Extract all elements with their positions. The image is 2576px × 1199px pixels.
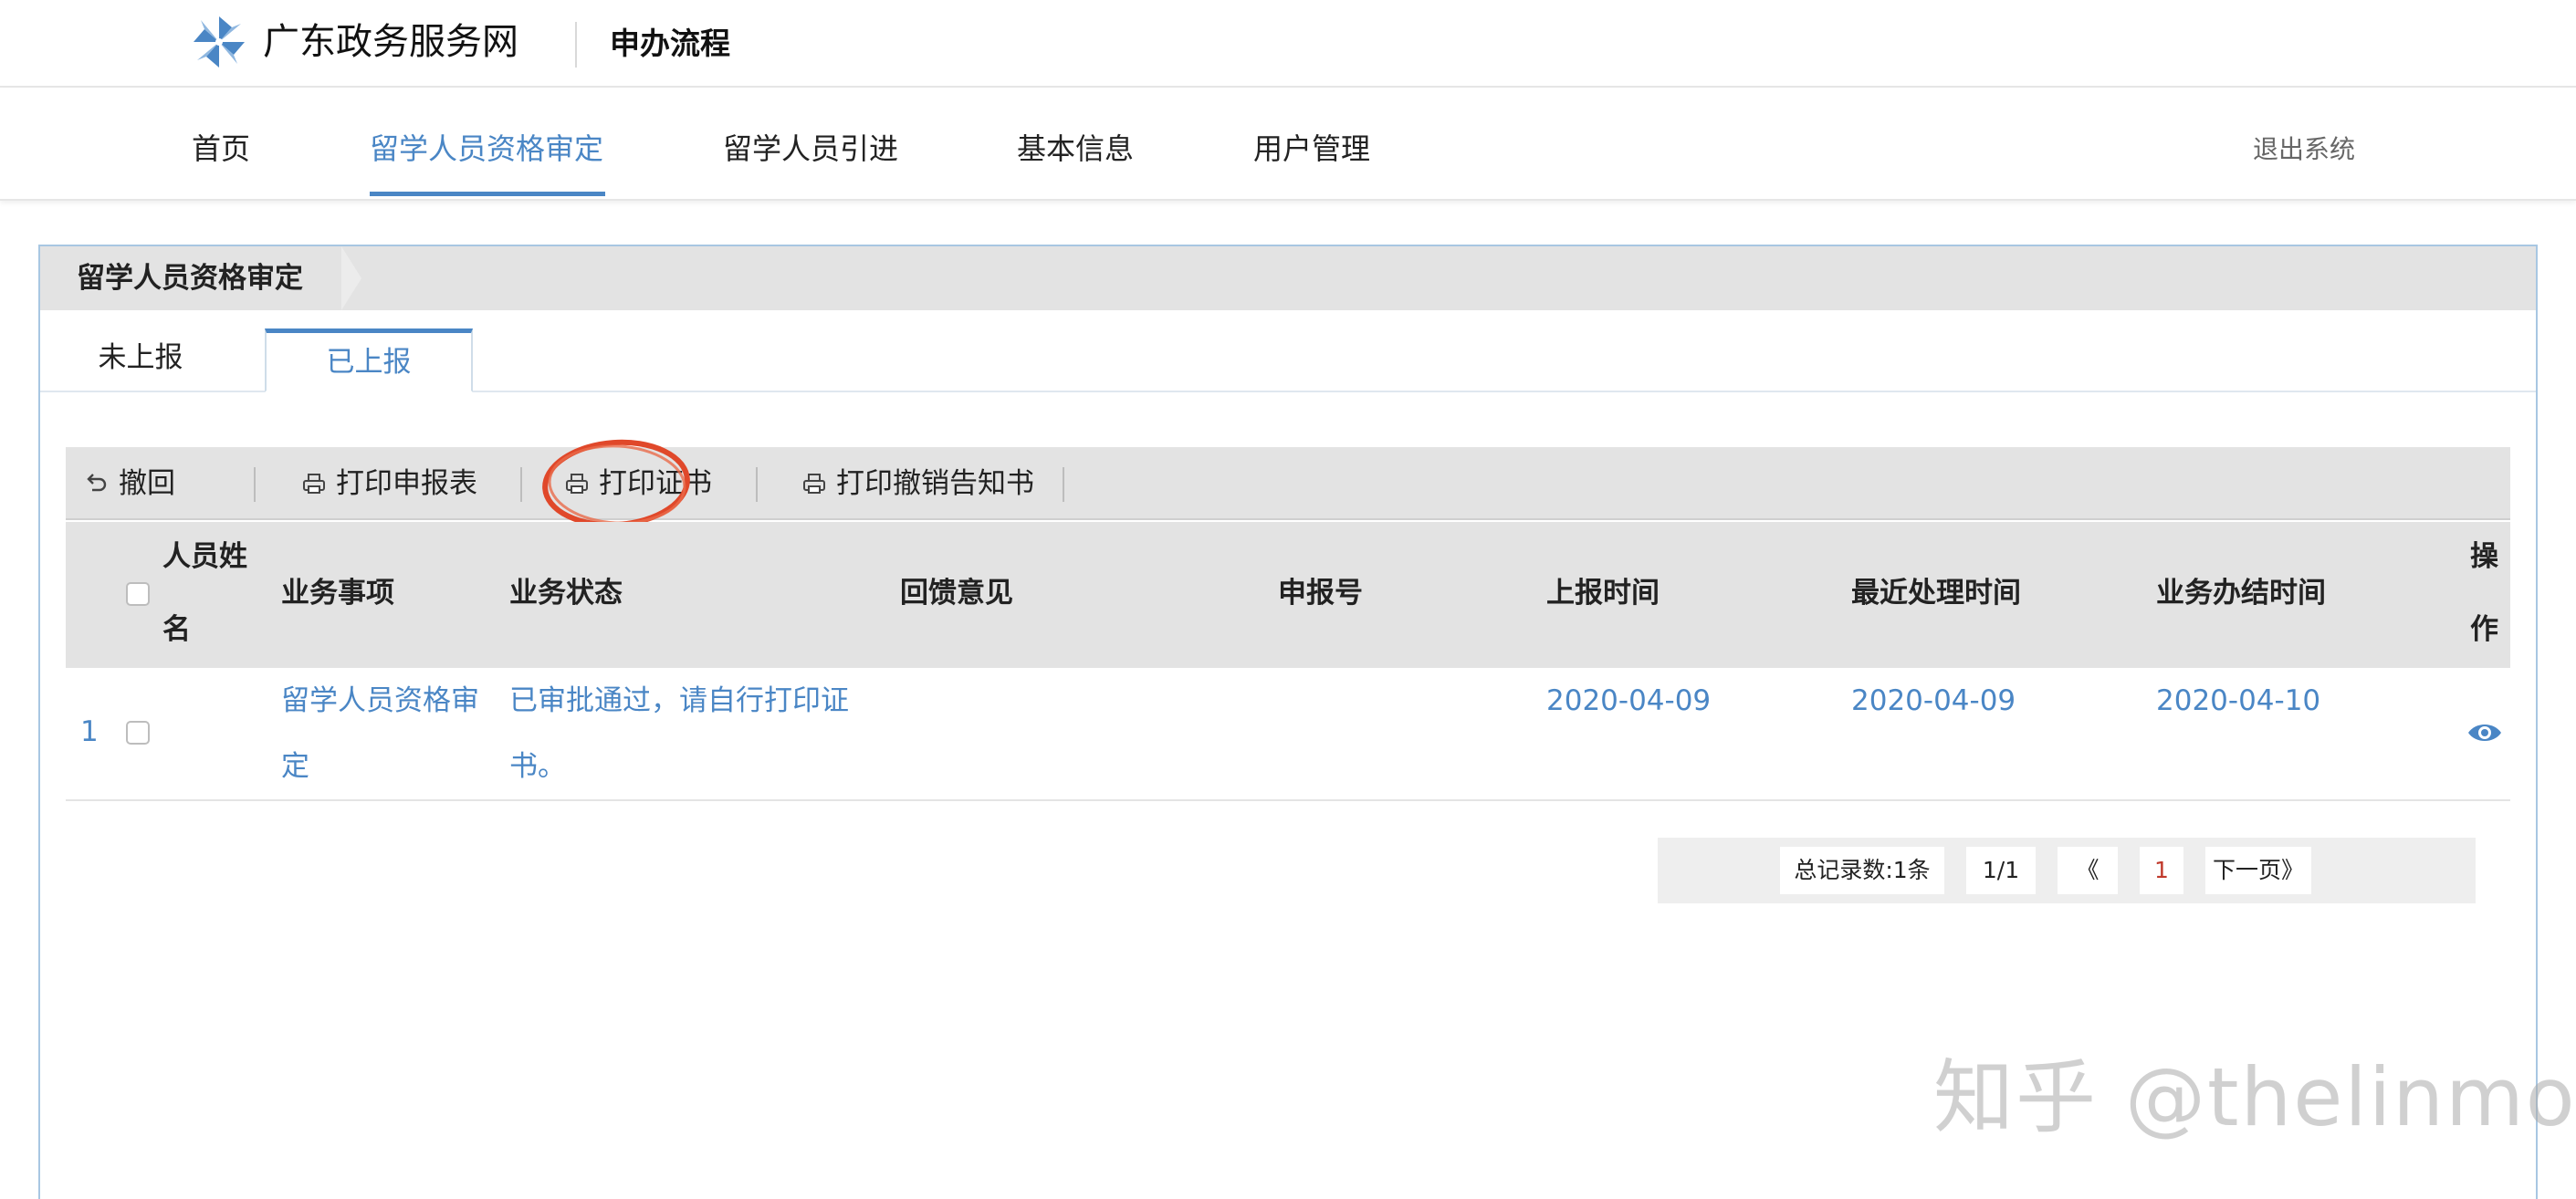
breadcrumb-arrow: [341, 246, 361, 310]
column-header-report-no: 申报号: [1278, 577, 1363, 610]
tab-not-reported[interactable]: 未上报: [95, 328, 186, 392]
withdraw-button[interactable]: 撤回: [84, 465, 175, 502]
table-row: 1 留学人员资格审 定 已审批通过，请自行打印证 书。 2020-04-09 2…: [66, 668, 2510, 801]
tab-reported[interactable]: 已上报: [265, 328, 473, 392]
column-header-name-cont: 名: [162, 613, 191, 646]
table-header: 人员姓 名 业务事项 业务状态 回馈意见 申报号 上报时间 最近处理时间 业务办…: [66, 522, 2510, 668]
print-revocation-notice-button[interactable]: 打印撤销告知书: [801, 465, 1034, 502]
row-complete-time: 2020-04-10: [2156, 684, 2321, 717]
print-certificate-button[interactable]: 打印证书: [564, 465, 712, 502]
row-status-line2: 书。: [509, 750, 566, 783]
column-header-action: 操: [2470, 540, 2498, 573]
row-item-line1: 留学人员资格审: [281, 684, 479, 717]
nav-item-home[interactable]: 首页: [192, 128, 250, 170]
row-checkbox[interactable]: [126, 721, 150, 745]
printer-icon: [566, 474, 588, 494]
page-subtitle: 申办流程: [610, 26, 730, 61]
nav-item-basic-info[interactable]: 基本信息: [1017, 128, 1134, 170]
select-all-checkbox[interactable]: [126, 582, 150, 606]
pagination-page-info: 1/1: [1966, 847, 2036, 894]
undo-icon: [87, 474, 107, 492]
print-certificate-label: 打印证书: [599, 467, 712, 500]
panel-header: 留学人员资格审定: [40, 246, 2536, 310]
column-header-recent-time: 最近处理时间: [1851, 577, 2021, 610]
logout-link[interactable]: 退出系统: [2253, 131, 2355, 168]
printer-icon: [803, 474, 825, 494]
pagination: 总记录数:1条 1/1 《 1 下一页》: [1658, 838, 2476, 903]
sub-tabs: 未上报 已上报: [40, 328, 2536, 392]
row-index: 1: [80, 715, 99, 748]
panel-title: 留学人员资格审定: [77, 262, 303, 295]
pagination-prev-button[interactable]: 《: [2058, 847, 2118, 894]
row-recent-time: 2020-04-09: [1851, 684, 2016, 717]
column-header-name: 人员姓: [162, 540, 247, 573]
column-header-item: 业务事项: [281, 577, 394, 610]
nav-item-user-management[interactable]: 用户管理: [1253, 128, 1370, 170]
toolbar-separator: [254, 467, 256, 502]
nav-active-underline: [370, 192, 605, 196]
print-revocation-notice-label: 打印撤销告知书: [836, 467, 1034, 500]
print-application-button[interactable]: 打印申报表: [301, 465, 477, 502]
column-header-action-cont: 作: [2470, 613, 2498, 646]
action-toolbar: 撤回 打印申报表 打印证书 打印撤销告知书: [66, 447, 2510, 520]
row-item[interactable]: 留学人员资格审 定: [281, 668, 479, 799]
toolbar-separator: [520, 467, 522, 502]
main-nav: 首页 留学人员资格审定 留学人员引进 基本信息 用户管理 退出系统: [0, 88, 2576, 201]
column-header-complete-time: 业务办结时间: [2156, 577, 2326, 610]
row-status-line1: 已审批通过，请自行打印证: [509, 684, 849, 717]
eye-icon[interactable]: [2466, 719, 2503, 746]
column-header-submit-time: 上报时间: [1546, 577, 1660, 610]
row-submit-time: 2020-04-09: [1546, 684, 1712, 717]
withdraw-label: 撤回: [119, 467, 175, 500]
top-bar: 广东政务服务网 申办流程: [0, 0, 2576, 88]
pagination-current-page[interactable]: 1: [2140, 847, 2183, 894]
nav-item-qualification-review[interactable]: 留学人员资格审定: [370, 128, 603, 170]
brand-divider: [575, 22, 577, 68]
watermark: 知乎 @thelinmo: [1933, 1050, 2576, 1144]
nav-item-introduction[interactable]: 留学人员引进: [723, 128, 898, 170]
toolbar-separator: [1063, 467, 1064, 502]
pagination-next-button[interactable]: 下一页》: [2205, 847, 2311, 894]
printer-icon: [303, 474, 325, 494]
row-status: 已审批通过，请自行打印证 书。: [509, 668, 849, 799]
pinwheel-logo-icon: [194, 16, 245, 68]
site-brand: 广东政务服务网: [263, 21, 518, 63]
row-item-line2: 定: [281, 750, 309, 783]
column-header-feedback: 回馈意见: [900, 577, 1013, 610]
print-application-label: 打印申报表: [336, 467, 477, 500]
pagination-total: 总记录数:1条: [1780, 847, 1944, 894]
column-header-status: 业务状态: [509, 577, 623, 610]
toolbar-separator: [756, 467, 758, 502]
